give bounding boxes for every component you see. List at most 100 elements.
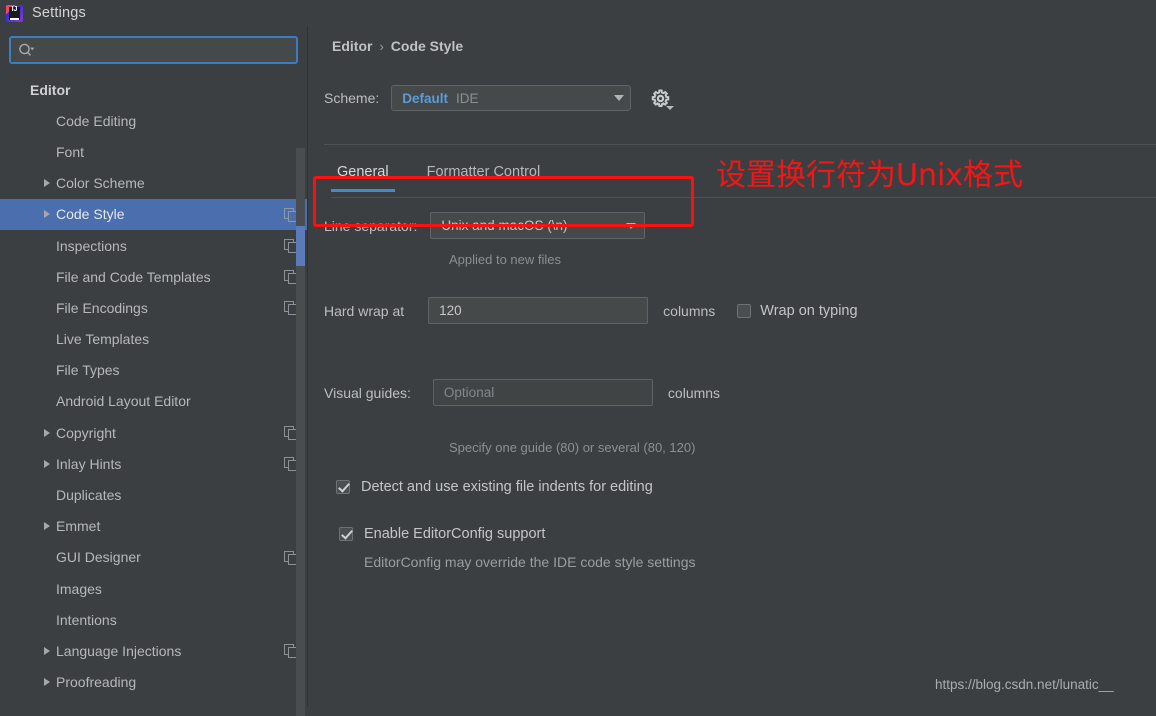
chevron-down-icon [614, 95, 625, 101]
visual-guides-label: Visual guides: [324, 384, 411, 401]
window-title: Settings [32, 5, 86, 21]
scheme-row: Scheme: Default IDE [324, 85, 675, 111]
wrap-on-typing-checkbox-row[interactable]: Wrap on typing [737, 302, 858, 319]
chevron-right-icon[interactable] [38, 522, 56, 531]
sidebar-item-label: Intentions [56, 611, 117, 628]
sidebar-item-label: Copyright [56, 424, 116, 441]
chevron-right-icon[interactable] [38, 210, 56, 219]
sidebar-item-duplicates[interactable]: Duplicates [0, 479, 307, 510]
sidebar-item-gui-designer[interactable]: GUI Designer [0, 542, 307, 573]
sidebar-item-live-templates[interactable]: Live Templates [0, 324, 307, 355]
sidebar-item-label: File Types [56, 362, 120, 379]
sidebar-item-file-types[interactable]: File Types [0, 355, 307, 386]
sidebar-item-label: Language Injections [56, 642, 182, 659]
hard-wrap-suffix: columns [663, 302, 716, 319]
settings-main-panel: Editor › Code Style Scheme: Default IDE … [309, 26, 1156, 707]
scheme-kind: IDE [456, 90, 479, 106]
visual-guides-suffix: columns [667, 384, 721, 401]
sidebar-item-inlay-hints[interactable]: Inlay Hints [0, 448, 307, 479]
editorconfig-checkbox[interactable] [339, 527, 353, 541]
search-input[interactable] [35, 39, 296, 61]
visual-guides-input[interactable]: Optional [432, 379, 653, 406]
settings-tree[interactable]: Editor Code Editing Font Color Scheme Co… [0, 74, 307, 707]
sidebar-item-editor[interactable]: Editor [0, 74, 307, 105]
sidebar-item-color-scheme[interactable]: Color Scheme [0, 168, 307, 199]
sidebar-item-inspections[interactable]: Inspections [0, 230, 307, 261]
sidebar-item-label: Code Style [56, 206, 125, 223]
sidebar-item-code-style[interactable]: Code Style [0, 198, 307, 230]
search-box[interactable] [9, 36, 298, 64]
chevron-right-icon[interactable] [38, 179, 56, 188]
sidebar-item-label: Emmet [56, 518, 101, 535]
sidebar-item-label: Font [56, 143, 85, 160]
scheme-settings-gear-button[interactable] [648, 86, 675, 110]
sidebar-item-images[interactable]: Images [0, 573, 307, 604]
breadcrumb-separator-icon: › [379, 38, 384, 54]
sidebar-item-android-layout-editor[interactable]: Android Layout Editor [0, 386, 307, 417]
chevron-right-icon[interactable] [38, 459, 56, 468]
sidebar-item-label: Proofreading [56, 674, 137, 691]
settings-tabs[interactable]: General Formatter Control [331, 161, 546, 192]
hard-wrap-value: 120 [439, 303, 462, 318]
visual-guides-hint: Specify one guide (80) or several (80, 1… [449, 440, 696, 455]
settings-sidebar: Editor Code Editing Font Color Scheme Co… [0, 26, 308, 716]
line-separator-row: Line separator: Unix and macOS (\n) [324, 212, 646, 239]
breadcrumb-current: Code Style [390, 38, 464, 54]
sidebar-item-label: Inspections [56, 237, 127, 254]
sidebar-item-language-injections[interactable]: Language Injections [0, 635, 307, 666]
sidebar-item-label: File Encodings [56, 299, 148, 316]
hard-wrap-row: Hard wrap at 120 columns Wrap on typing [324, 297, 858, 324]
tab-formatter-control[interactable]: Formatter Control [421, 161, 547, 192]
header-divider [324, 144, 1156, 145]
tab-general[interactable]: General [331, 161, 395, 192]
search-icon [18, 43, 35, 58]
window-titlebar: IJ Settings [0, 0, 1156, 26]
line-separator-hint: Applied to new files [449, 252, 562, 267]
annotation-note-text: 设置换行符为Unix格式 [716, 158, 1024, 193]
line-separator-label: Line separator: [324, 217, 418, 234]
visual-guides-row: Visual guides: Optional columns [324, 379, 720, 406]
sidebar-scrollbar-thumb[interactable] [296, 226, 305, 266]
editorconfig-label: Enable EditorConfig support [364, 526, 546, 542]
line-separator-dropdown[interactable]: Unix and macOS (\n) [430, 212, 646, 239]
scheme-label: Scheme: [324, 90, 380, 106]
visual-guides-placeholder: Optional [443, 385, 495, 400]
editorconfig-checkbox-row[interactable]: Enable EditorConfig support [339, 526, 545, 542]
chevron-right-icon[interactable] [38, 428, 56, 437]
editorconfig-hint: EditorConfig may override the IDE code s… [364, 554, 696, 570]
line-separator-value: Unix and macOS (\n) [441, 218, 568, 233]
sidebar-item-file-encodings[interactable]: File Encodings [0, 292, 307, 323]
detect-indents-checkbox[interactable] [336, 480, 350, 494]
sidebar-item-font[interactable]: Font [0, 136, 307, 167]
sidebar-item-label: Editor [30, 81, 71, 98]
scheme-dropdown[interactable]: Default IDE [391, 85, 632, 111]
wrap-on-typing-label: Wrap on typing [760, 302, 858, 319]
scheme-name: Default [402, 90, 449, 106]
sidebar-item-label: Color Scheme [56, 175, 145, 192]
sidebar-item-code-editing[interactable]: Code Editing [0, 105, 307, 136]
sidebar-item-label: GUI Designer [56, 549, 141, 566]
watermark-url: https://blog.csdn.net/lunatic__ [935, 677, 1114, 692]
sidebar-item-emmet[interactable]: Emmet [0, 511, 307, 542]
sidebar-item-intentions[interactable]: Intentions [0, 604, 307, 635]
sidebar-item-label: Code Editing [56, 112, 137, 129]
chevron-down-icon [666, 106, 675, 110]
chevron-down-icon [626, 222, 637, 229]
breadcrumb: Editor › Code Style [332, 38, 463, 54]
gear-icon [651, 89, 669, 107]
sidebar-item-copyright[interactable]: Copyright [0, 417, 307, 448]
sidebar-item-proofreading[interactable]: Proofreading [0, 667, 307, 698]
hard-wrap-input[interactable]: 120 [428, 297, 649, 324]
sidebar-item-file-and-code-templates[interactable]: File and Code Templates [0, 261, 307, 292]
intellij-idea-logo-icon: IJ [6, 4, 23, 22]
chevron-right-icon[interactable] [38, 678, 56, 687]
detect-indents-checkbox-row[interactable]: Detect and use existing file indents for… [336, 479, 653, 495]
breadcrumb-parent[interactable]: Editor [332, 38, 372, 54]
sidebar-item-label: Duplicates [56, 487, 122, 504]
sidebar-item-label: Images [56, 580, 102, 597]
sidebar-item-label: Android Layout Editor [56, 393, 191, 410]
tabs-divider [331, 197, 1156, 198]
chevron-right-icon[interactable] [38, 646, 56, 655]
sidebar-item-label: Inlay Hints [56, 455, 122, 472]
wrap-on-typing-checkbox[interactable] [737, 303, 752, 318]
